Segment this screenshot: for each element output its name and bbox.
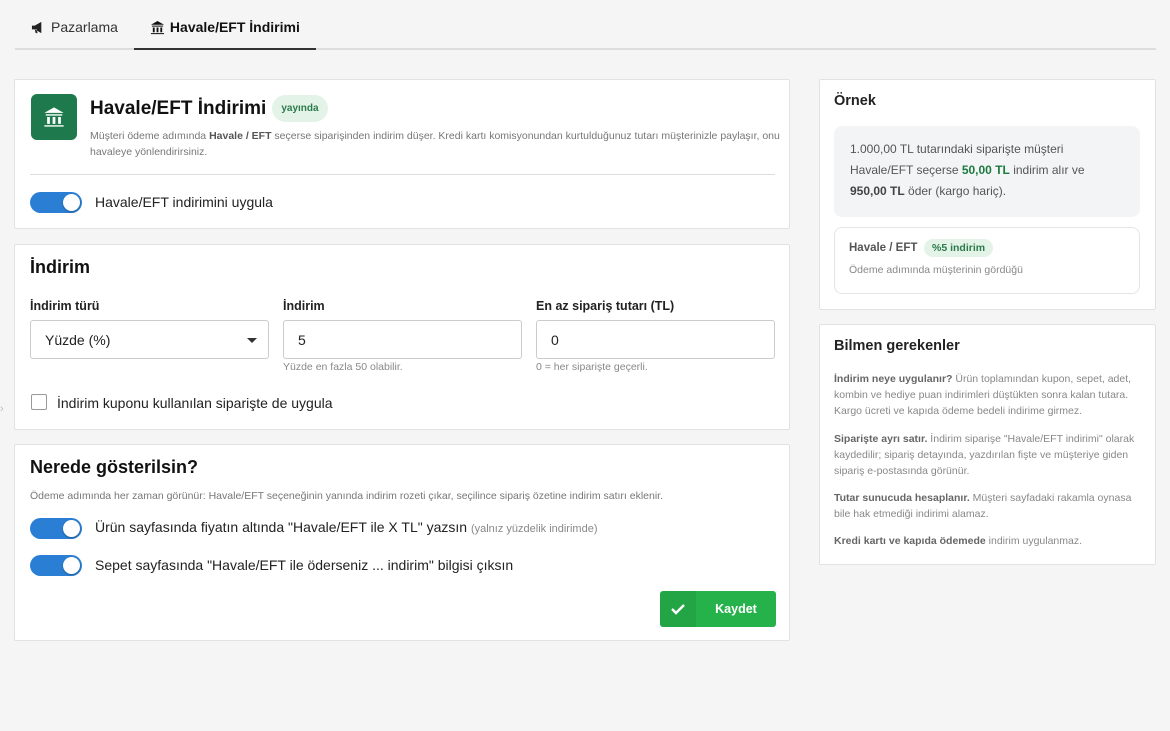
page-description: Müşteri ödeme adımında Havale / EFT seçe… xyxy=(90,128,780,160)
discount-type-label: İndirim türü xyxy=(30,299,100,313)
cart-page-label: Sepet sayfasında "Havale/EFT ile ödersen… xyxy=(95,557,514,573)
text: öder (kargo hariç). xyxy=(904,184,1007,198)
discount-badge: %5 indirim xyxy=(924,239,994,257)
preview-caption: Ödeme adımında müşterinin gördüğü xyxy=(849,264,1023,276)
discount-card: İndirim İndirim türü Yüzde (%) İndirim 5… xyxy=(14,244,790,430)
text: Havale/EFT seçerse xyxy=(850,163,962,177)
discount-amount-hint: Yüzde en fazla 50 olabilir. xyxy=(283,361,403,373)
select-value: Yüzde (%) xyxy=(45,331,111,348)
status-badge: yayında xyxy=(272,95,328,122)
caret-down-icon xyxy=(247,338,257,343)
page-title: Havale/EFT İndirimi xyxy=(90,97,267,119)
tab-label: Pazarlama xyxy=(51,19,118,35)
info-item-title: Tutar sunucuda hesaplanır. xyxy=(834,492,970,504)
page-title-row: Havale/EFT İndirimi yayında xyxy=(90,95,328,122)
tab-pazarlama[interactable]: Pazarlama xyxy=(15,6,134,48)
tab-bar: Pazarlama Havale/EFT İndirimi xyxy=(15,6,1156,50)
text: indirim alır ve xyxy=(1009,163,1085,177)
info-card: Bilmen gerekenler İndirim neye uygulanır… xyxy=(819,324,1156,565)
section-description: Ödeme adımında her zaman görünür: Havale… xyxy=(30,490,664,502)
min-order-hint: 0 = her siparişte geçerli. xyxy=(536,361,648,373)
discount-amount-input[interactable]: 5 xyxy=(283,320,522,359)
cart-page-toggle[interactable] xyxy=(30,555,82,576)
coupon-checkbox-label: İndirim kuponu kullanılan siparişte de u… xyxy=(57,395,333,411)
info-item-text: indirim uygulanmaz. xyxy=(985,535,1083,547)
megaphone-icon xyxy=(31,21,42,33)
divider xyxy=(30,174,775,175)
desc-bold: Havale / EFT xyxy=(209,130,272,142)
min-order-label: En az sipariş tutarı (TL) xyxy=(536,299,675,313)
info-item-title: Kredi kartı ve kapıda ödemede xyxy=(834,535,986,547)
chevron-right-icon: › xyxy=(0,403,4,415)
example-line: 1.000,00 TL tutarındaki siparişte müşter… xyxy=(850,142,1064,156)
min-order-input[interactable]: 0 xyxy=(536,320,775,359)
apply-discount-label: Havale/EFT indirimini uygula xyxy=(95,194,273,210)
info-item: Kredi kartı ve kapıda ödemede indirim uy… xyxy=(834,533,1144,549)
discount-amount: 50,00 TL xyxy=(961,163,1010,177)
final-amount: 950,00 TL xyxy=(850,184,905,198)
save-button-label: Kaydet xyxy=(715,602,757,616)
payment-method-name: Havale / EFT xyxy=(849,242,918,254)
input-value: 0 xyxy=(551,331,559,348)
info-item: İndirim neye uygulanır? Ürün toplamından… xyxy=(834,371,1144,419)
option-text: Ürün sayfasında fiyatın altında "Havale/… xyxy=(95,519,468,535)
bank-icon xyxy=(150,20,164,34)
discount-amount-label: İndirim xyxy=(283,299,325,313)
product-page-label: Ürün sayfasında fiyatın altında "Havale/… xyxy=(95,519,597,535)
example-line: 950,00 TL öder (kargo hariç). xyxy=(850,181,1124,202)
discount-type-select[interactable]: Yüzde (%) xyxy=(30,320,269,359)
section-title: Nerede gösterilsin? xyxy=(30,457,199,477)
coupon-checkbox[interactable] xyxy=(31,394,47,410)
info-item: Siparişte ayrı satır. İndirim siparişe "… xyxy=(834,431,1144,479)
apply-discount-toggle[interactable] xyxy=(30,192,82,213)
save-button[interactable]: Kaydet xyxy=(660,591,776,627)
example-box: 1.000,00 TL tutarındaki siparişte müşter… xyxy=(834,126,1140,217)
payment-preview: Havale / EFT %5 indirim Ödeme adımında m… xyxy=(834,227,1140,294)
tab-havale-eft[interactable]: Havale/EFT İndirimi xyxy=(133,6,316,50)
info-item: Tutar sunucuda hesaplanır. Müşteri sayfa… xyxy=(834,490,1144,522)
header-card: Havale/EFT İndirimi yayında Müşteri ödem… xyxy=(14,79,790,229)
desc-text: Müşteri ödeme adımında xyxy=(90,130,210,142)
input-value: 5 xyxy=(298,331,306,348)
bank-icon xyxy=(31,94,77,140)
option-note: (yalnız yüzdelik indirimde) xyxy=(470,523,598,535)
example-title: Örnek xyxy=(834,93,876,109)
check-icon xyxy=(660,591,696,627)
info-item-title: Siparişte ayrı satır. xyxy=(834,433,928,445)
example-card: Örnek 1.000,00 TL tutarındaki siparişte … xyxy=(819,79,1156,310)
display-card: Nerede gösterilsin? Ödeme adımında her z… xyxy=(14,444,790,641)
info-item-title: İndirim neye uygulanır? xyxy=(834,373,953,385)
tab-label: Havale/EFT İndirimi xyxy=(169,19,300,35)
example-line: Havale/EFT seçerse 50,00 TL indirim alır… xyxy=(850,160,1124,181)
section-title: İndirim xyxy=(30,257,91,277)
info-title: Bilmen gerekenler xyxy=(834,338,960,354)
product-page-toggle[interactable] xyxy=(30,518,82,539)
